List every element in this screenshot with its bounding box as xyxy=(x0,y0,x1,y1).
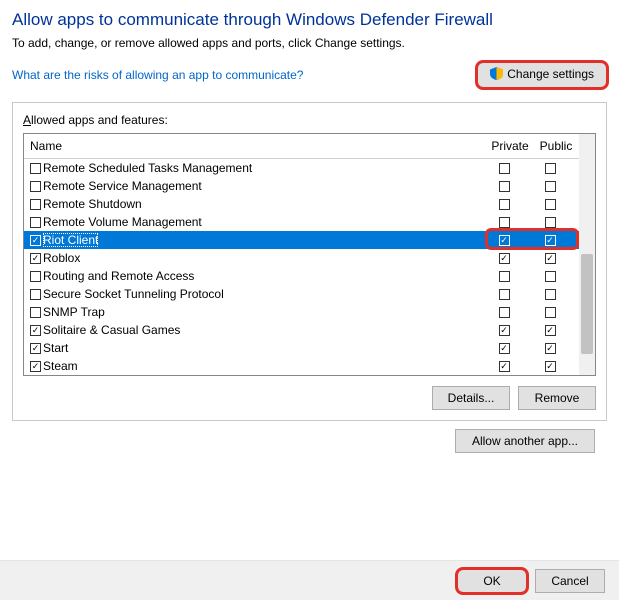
cancel-button[interactable]: Cancel xyxy=(535,569,605,593)
app-name-label: Riot Client xyxy=(43,233,98,247)
app-name-label: Start xyxy=(43,341,68,355)
app-enable-checkbox[interactable] xyxy=(30,217,41,228)
page-subtitle: To add, change, or remove allowed apps a… xyxy=(12,36,607,50)
details-button[interactable]: Details... xyxy=(432,386,510,410)
app-enable-checkbox[interactable] xyxy=(30,361,41,372)
app-enable-checkbox[interactable] xyxy=(30,235,41,246)
private-checkbox[interactable] xyxy=(499,361,510,372)
private-checkbox[interactable] xyxy=(499,181,510,192)
page-title: Allow apps to communicate through Window… xyxy=(12,10,607,30)
private-checkbox[interactable] xyxy=(499,343,510,354)
public-checkbox[interactable] xyxy=(545,271,556,282)
private-checkbox[interactable] xyxy=(499,271,510,282)
app-row[interactable]: SNMP Trap xyxy=(24,303,579,321)
change-settings-label: Change settings xyxy=(507,67,594,81)
public-checkbox[interactable] xyxy=(545,163,556,174)
app-row[interactable]: Remote Scheduled Tasks Management xyxy=(24,159,579,177)
private-checkbox[interactable] xyxy=(499,163,510,174)
change-settings-button[interactable]: Change settings xyxy=(477,62,607,88)
remove-button[interactable]: Remove xyxy=(518,386,596,410)
header-public[interactable]: Public xyxy=(533,134,579,158)
public-checkbox[interactable] xyxy=(545,325,556,336)
app-name-label: Roblox xyxy=(43,251,80,265)
allow-another-app-button[interactable]: Allow another app... xyxy=(455,429,595,453)
private-checkbox[interactable] xyxy=(499,289,510,300)
app-name-label: Remote Service Management xyxy=(43,179,202,193)
scrollbar[interactable] xyxy=(579,134,595,375)
app-enable-checkbox[interactable] xyxy=(30,325,41,336)
app-enable-checkbox[interactable] xyxy=(30,289,41,300)
app-row[interactable]: Routing and Remote Access xyxy=(24,267,579,285)
header-private[interactable]: Private xyxy=(487,134,533,158)
app-name-label: Remote Scheduled Tasks Management xyxy=(43,161,252,175)
private-checkbox[interactable] xyxy=(499,307,510,318)
app-enable-checkbox[interactable] xyxy=(30,181,41,192)
allowed-apps-group: Allowed apps and features: Name Private … xyxy=(12,102,607,421)
app-name-label: SNMP Trap xyxy=(43,305,105,319)
ok-button[interactable]: OK xyxy=(457,569,527,593)
app-name-label: Routing and Remote Access xyxy=(43,269,194,283)
app-row[interactable]: Remote Volume Management xyxy=(24,213,579,231)
app-row[interactable]: Remote Shutdown xyxy=(24,195,579,213)
public-checkbox[interactable] xyxy=(545,253,556,264)
app-row[interactable]: Remote Service Management xyxy=(24,177,579,195)
app-row[interactable]: Riot Client xyxy=(24,231,579,249)
app-row[interactable]: Steam xyxy=(24,357,579,375)
public-checkbox[interactable] xyxy=(545,199,556,210)
group-label: Allowed apps and features: xyxy=(23,113,168,127)
app-row[interactable]: Secure Socket Tunneling Protocol xyxy=(24,285,579,303)
public-checkbox[interactable] xyxy=(545,307,556,318)
app-enable-checkbox[interactable] xyxy=(30,271,41,282)
private-checkbox[interactable] xyxy=(499,325,510,336)
app-name-label: Solitaire & Casual Games xyxy=(43,323,180,337)
public-checkbox[interactable] xyxy=(545,361,556,372)
public-checkbox[interactable] xyxy=(545,235,556,246)
app-enable-checkbox[interactable] xyxy=(30,343,41,354)
private-checkbox[interactable] xyxy=(499,235,510,246)
dialog-footer: OK Cancel xyxy=(0,560,619,600)
app-name-label: Remote Shutdown xyxy=(43,197,142,211)
public-checkbox[interactable] xyxy=(545,217,556,228)
public-checkbox[interactable] xyxy=(545,289,556,300)
shield-icon xyxy=(490,67,503,83)
app-enable-checkbox[interactable] xyxy=(30,253,41,264)
app-row[interactable]: Start xyxy=(24,339,579,357)
app-enable-checkbox[interactable] xyxy=(30,307,41,318)
app-enable-checkbox[interactable] xyxy=(30,163,41,174)
apps-list: Name Private Public Remote Scheduled Tas… xyxy=(23,133,596,376)
risks-link[interactable]: What are the risks of allowing an app to… xyxy=(12,68,303,82)
private-checkbox[interactable] xyxy=(499,217,510,228)
public-checkbox[interactable] xyxy=(545,343,556,354)
app-enable-checkbox[interactable] xyxy=(30,199,41,210)
app-row[interactable]: Roblox xyxy=(24,249,579,267)
app-name-label: Remote Volume Management xyxy=(43,215,202,229)
private-checkbox[interactable] xyxy=(499,253,510,264)
public-checkbox[interactable] xyxy=(545,181,556,192)
app-row[interactable]: Solitaire & Casual Games xyxy=(24,321,579,339)
app-name-label: Steam xyxy=(43,359,78,373)
app-name-label: Secure Socket Tunneling Protocol xyxy=(43,287,224,301)
scrollbar-thumb[interactable] xyxy=(581,254,593,354)
private-checkbox[interactable] xyxy=(499,199,510,210)
header-name[interactable]: Name xyxy=(24,134,487,158)
